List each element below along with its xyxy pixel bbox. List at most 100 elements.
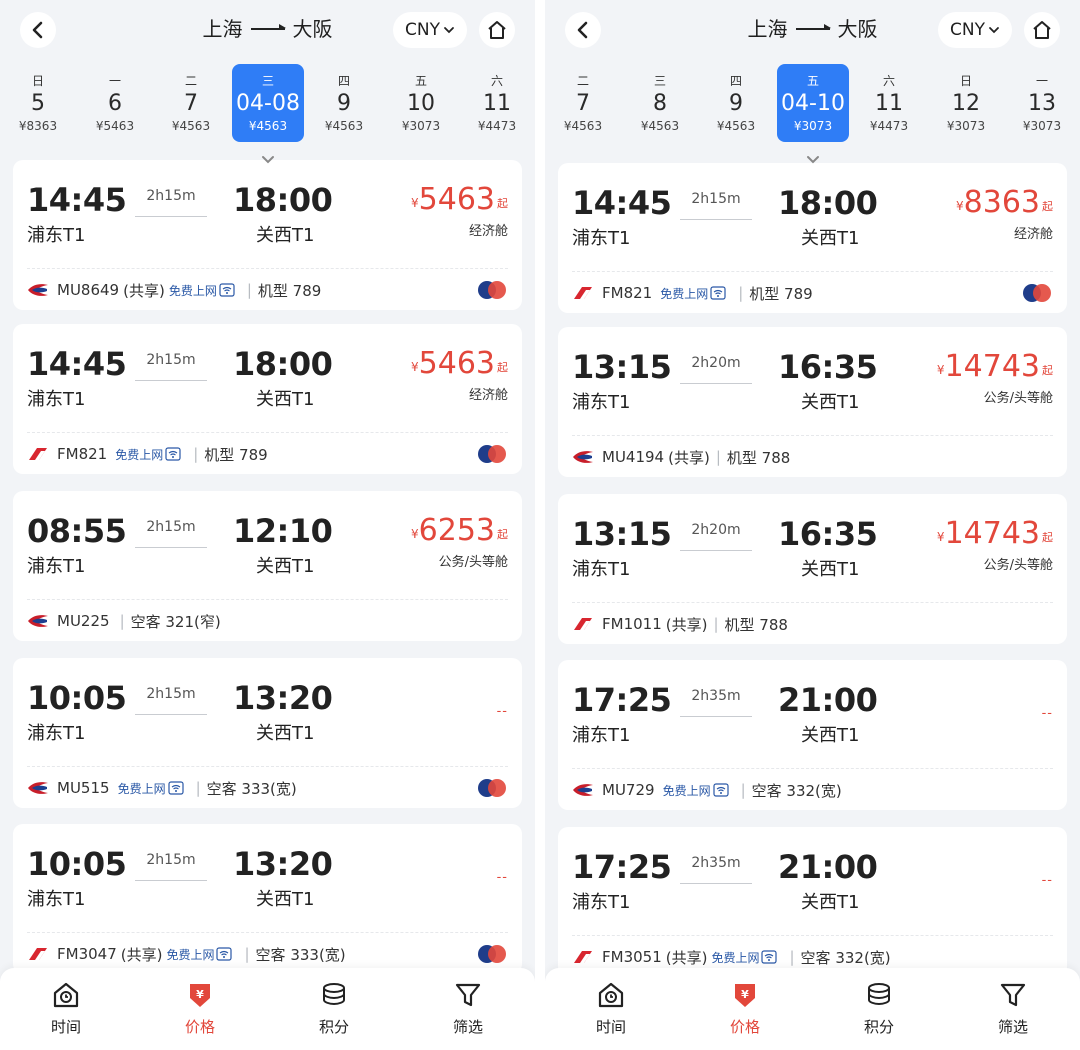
date-option[interactable]: 四 9 ¥4563 [308, 64, 380, 142]
flight-card[interactable]: 08:55 2h15m 12:10 浦东T1 关西T1 ¥6253 起公务/头等舱 MU225… [13, 491, 522, 641]
nav-filter[interactable]: 筛选 [973, 980, 1053, 1037]
expand-dates-button[interactable] [545, 150, 1080, 170]
arrival-airport: 关西T1 [801, 392, 860, 413]
date-option[interactable]: 二 7 ¥4563 [547, 64, 619, 142]
date-option[interactable]: 六 11 ¥4473 [853, 64, 925, 142]
price-from-label: 起 [497, 197, 508, 210]
price-unavailable: -- [496, 704, 508, 719]
wifi-icon [219, 283, 235, 297]
date-option[interactable]: 四 9 ¥4563 [700, 64, 772, 142]
date-option[interactable]: 三 8 ¥4563 [624, 64, 696, 142]
china-eastern-logo-icon [573, 784, 593, 796]
home-button[interactable] [1024, 12, 1060, 48]
price-currency: ¥ [411, 196, 419, 210]
date-option[interactable]: 三 04-08 ¥4563 [232, 64, 304, 142]
flight-price: ¥14743 起 [937, 516, 1053, 552]
free-wifi-label: 免费上网 [166, 947, 215, 962]
date-day: 7 [576, 91, 590, 116]
svg-text:¥: ¥ [196, 988, 204, 1001]
codeshare-label: (共享) [665, 615, 708, 634]
coins-icon [868, 983, 890, 1006]
separator: | [246, 281, 252, 299]
flight-duration: 2h20m [691, 355, 741, 371]
card-divider [27, 932, 508, 933]
date-weekday: 六 [490, 74, 503, 88]
currency-selector[interactable]: CNY [393, 12, 467, 48]
date-weekday: 四 [337, 74, 350, 88]
wifi-icon [712, 783, 729, 797]
nav-coins[interactable]: 积分 [294, 980, 374, 1037]
date-day: 12 [952, 91, 980, 116]
date-lowest-price: ¥4473 [477, 119, 517, 133]
flight-duration: 2h15m [146, 686, 196, 702]
date-option[interactable]: 二 7 ¥4563 [155, 64, 227, 142]
filter-icon [1000, 983, 1026, 1007]
arrival-airport: 关西T1 [256, 225, 315, 246]
flight-card[interactable]: 14:45 2h15m 18:00 浦东T1 关西T1 ¥5463 起经济舱 FM821 免费上… [13, 324, 522, 474]
price-amount: 5463 [418, 182, 495, 217]
card-payment-icon [478, 281, 506, 299]
flight-info-row: FM3047 (共享) 免费上网 | 空客 333(宽) [27, 942, 508, 966]
panel-left: 上海 大阪 CNY 日 5 ¥8363 一 6 ¥5463 二 7 ¥4563 三 04-08 ¥456… [0, 0, 535, 1050]
flight-card[interactable]: 17:25 2h35m 21:00 浦东T1 关西T1 -- MU729 免费上网 | 空客 33… [558, 660, 1067, 810]
date-option[interactable]: 日 5 ¥8363 [2, 64, 74, 142]
date-option[interactable]: 一 13 ¥3073 [1006, 64, 1078, 142]
aircraft-type: 机型 788 [726, 448, 791, 467]
home-button[interactable] [479, 12, 515, 48]
flight-card[interactable]: 14:45 2h15m 18:00 浦东T1 关西T1 ¥5463 起经济舱 MU8649 (共… [13, 160, 522, 310]
date-option[interactable]: 六 11 ¥4473 [461, 64, 533, 142]
duration-line [135, 380, 207, 381]
chevron-down-icon [989, 27, 999, 34]
aircraft-type: 空客 332(宽) [800, 948, 891, 967]
date-option[interactable]: 日 12 ¥3073 [930, 64, 1002, 142]
date-option[interactable]: 五 04-10 ¥3073 [777, 64, 849, 142]
flight-card[interactable]: 13:15 2h20m 16:35 浦东T1 关西T1 ¥14743 起公务/头等舱 MU41… [558, 327, 1067, 477]
nav-clock-house[interactable]: 时间 [26, 980, 106, 1037]
aircraft-type: 空客 332(宽) [751, 781, 842, 800]
free-wifi-label: 免费上网 [662, 783, 711, 798]
cabin-class: 经济舱 [1013, 227, 1053, 242]
codeshare-label: (共享) [668, 448, 710, 467]
panel-right: 上海 大阪 CNY 二 7 ¥4563 三 8 ¥4563 四 9 ¥4563 五 04-10 ¥307… [545, 0, 1080, 1050]
flight-number: FM3051 [602, 948, 662, 966]
date-option[interactable]: 五 10 ¥3073 [385, 64, 457, 142]
date-lowest-price: ¥4563 [248, 119, 288, 133]
nav-price-tag[interactable]: ¥ 价格 [705, 980, 785, 1037]
flight-card[interactable]: 13:15 2h20m 16:35 浦东T1 关西T1 ¥14743 起公务/头等舱 FM10… [558, 494, 1067, 644]
date-weekday: 五 [414, 74, 427, 88]
card-divider [27, 766, 508, 767]
duration-line [135, 880, 207, 881]
date-day: 11 [483, 91, 511, 116]
cabin-class: 经济舱 [468, 388, 508, 403]
card-divider [572, 271, 1053, 272]
destination-city: 大阪 [837, 17, 878, 41]
expand-dates-button[interactable] [0, 150, 535, 170]
departure-airport: 浦东T1 [572, 392, 631, 413]
flight-number: MU4194 [602, 448, 665, 466]
china-eastern-logo-icon [28, 615, 48, 627]
nav-clock-house[interactable]: 时间 [571, 980, 651, 1037]
currency-label: CNY [950, 20, 985, 40]
card-payment-icon [478, 945, 506, 963]
aircraft-type: 空客 333(宽) [255, 945, 346, 964]
shanghai-airlines-logo-icon [29, 948, 47, 960]
wifi-icon [761, 950, 778, 964]
currency-selector[interactable]: CNY [938, 12, 1012, 48]
flight-card[interactable]: 14:45 2h15m 18:00 浦东T1 关西T1 ¥8363 起经济舱 FM821 免费上… [558, 163, 1067, 313]
flight-number: MU729 [602, 781, 655, 799]
free-wifi-label: 免费上网 [115, 447, 164, 462]
flight-card[interactable]: 10:05 2h15m 13:20 浦东T1 关西T1 -- FM3047 (共享) 免费上网 |… [13, 824, 522, 974]
flight-card[interactable]: 17:25 2h35m 21:00 浦东T1 关西T1 -- FM3051 (共享) 免费上网 |… [558, 827, 1067, 977]
nav-coins[interactable]: 积分 [839, 980, 919, 1037]
date-day: 6 [108, 91, 122, 116]
flight-price: ¥6253 起 [411, 513, 508, 549]
nav-filter[interactable]: 筛选 [428, 980, 508, 1037]
nav-price-tag[interactable]: ¥ 价格 [160, 980, 240, 1037]
flight-card[interactable]: 10:05 2h15m 13:20 浦东T1 关西T1 -- MU515 免费上网 | 空客 33… [13, 658, 522, 808]
price-from-label: 起 [1042, 200, 1053, 213]
aircraft-type: 空客 321(窄) [130, 612, 221, 631]
date-lowest-price: ¥5463 [95, 119, 135, 133]
date-option[interactable]: 一 6 ¥5463 [79, 64, 151, 142]
flight-info-row: MU4194 (共享) | 机型 788 [572, 445, 1053, 469]
shanghai-airlines-logo-icon [574, 618, 592, 630]
